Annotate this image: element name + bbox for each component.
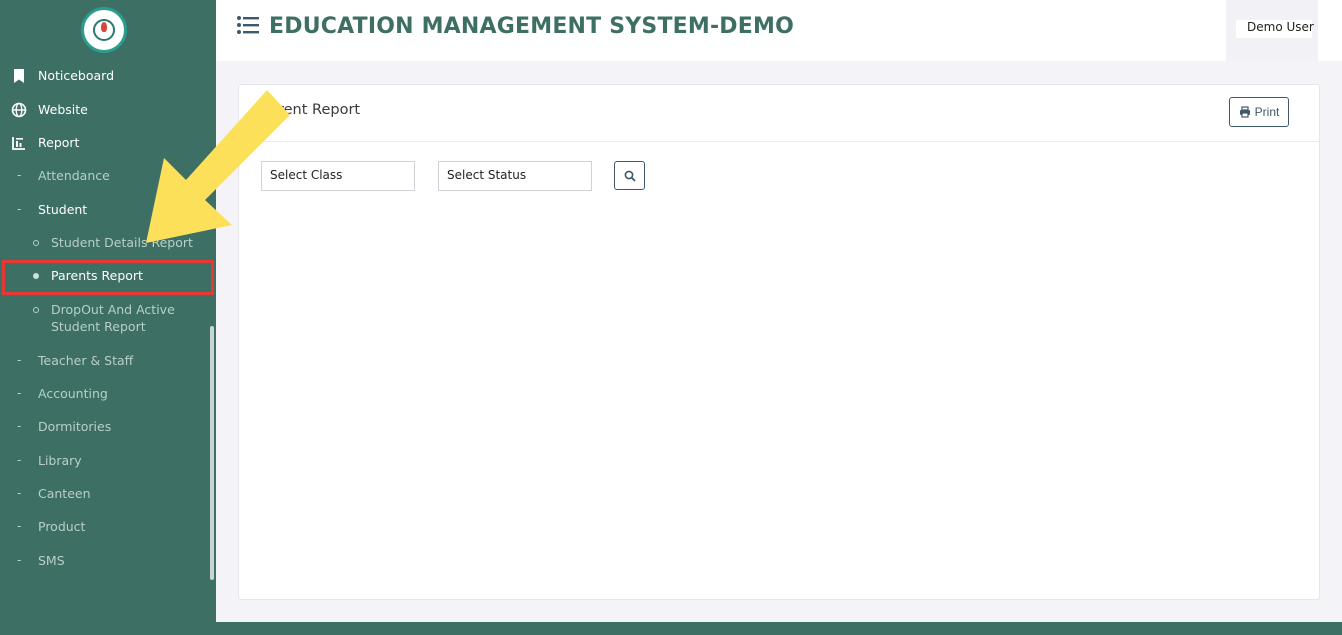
sidebar-item-student[interactable]: - Student [0,195,216,225]
select-class-dropdown[interactable]: Select Class [261,161,415,191]
sidebar-item-product[interactable]: - Product [0,512,216,542]
sidebar-item-label: Student Details Report [51,235,193,250]
card-title: Parent Report [261,102,361,118]
sidebar: Noticeboard Website Report - Attendance … [0,0,216,635]
sidebar-item-label: Report [38,135,80,150]
sidebar-item-teacher-staff[interactable]: - Teacher & Staff [0,346,216,376]
top-header: EDUCATION MANAGEMENT SYSTEM-DEMO Demo Us… [216,0,1342,61]
footer-bar [216,622,1342,635]
sidebar-item-label: Dormitories [38,419,112,434]
sidebar-item-report[interactable]: Report [0,128,216,158]
sidebar-item-dropout-report[interactable]: DropOut And Active Student Report [0,295,216,339]
sidebar-scrollbar[interactable] [210,326,214,580]
sidebar-item-label: Library [38,453,82,468]
search-button[interactable] [614,161,645,190]
sidebar-item-library[interactable]: - Library [0,446,216,476]
sidebar-item-label: Attendance [38,168,110,183]
print-button[interactable]: Print [1229,97,1289,127]
school-logo [81,7,127,53]
sidebar-item-label-line2: Student Report [51,319,146,334]
sidebar-item-canteen[interactable]: - Canteen [0,479,216,509]
app-title: EDUCATION MANAGEMENT SYSTEM-DEMO [269,14,794,39]
bookmark-icon [14,69,24,83]
parent-report-card: Parent Report Print Select Class Select … [238,84,1320,600]
chart-icon [12,137,25,150]
sidebar-item-sms[interactable]: - SMS [0,546,216,576]
sidebar-item-label: Website [38,102,88,117]
sidebar-item-website[interactable]: Website [0,95,216,125]
card-header: Parent Report Print [239,85,1319,142]
sidebar-item-label: Noticeboard [38,68,115,83]
sidebar-item-label: Student [38,202,88,217]
list-menu-icon[interactable] [236,15,260,35]
print-label: Print [1254,105,1280,119]
sidebar-item-accounting[interactable]: - Accounting [0,379,216,409]
search-icon [624,170,636,182]
circle-icon [33,307,39,313]
sidebar-item-dormitories[interactable]: - Dormitories [0,412,216,442]
sidebar-item-label: SMS [38,553,65,568]
circle-icon [33,240,39,246]
sidebar-item-label: Product [38,519,86,534]
user-name: Demo User [1247,20,1314,34]
sidebar-item-label: Accounting [38,386,108,401]
sidebar-item-attendance[interactable]: - Attendance [0,161,216,191]
sidebar-item-label: Teacher & Staff [38,353,134,368]
user-menu[interactable]: Demo User [1226,0,1318,61]
sidebar-item-label: DropOut And Active [51,302,175,317]
globe-icon [11,102,27,118]
sidebar-item-label: Canteen [38,486,91,501]
select-status-dropdown[interactable]: Select Status [438,161,592,191]
sidebar-item-student-details-report[interactable]: Student Details Report [0,228,216,258]
printer-icon [1239,106,1250,118]
sidebar-item-noticeboard[interactable]: Noticeboard [0,61,216,91]
highlight-box [2,260,214,295]
